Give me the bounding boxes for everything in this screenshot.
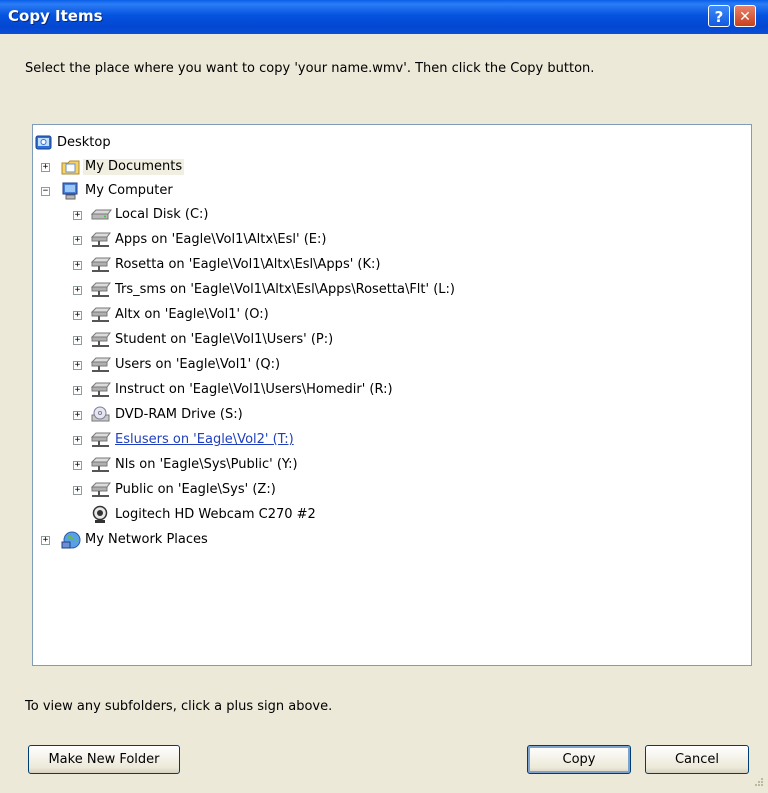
expand-icon[interactable]: + (73, 286, 82, 295)
copy-button[interactable]: Copy (527, 745, 631, 774)
network-drive-icon (90, 482, 111, 497)
make-new-folder-button[interactable]: Make New Folder (28, 745, 180, 774)
expand-icon[interactable]: + (41, 536, 50, 545)
network-drive-icon (90, 232, 111, 247)
expand-icon[interactable]: + (73, 386, 82, 395)
tree-item-label: My Documents (83, 159, 185, 175)
expand-icon[interactable]: + (41, 163, 50, 172)
tree-item-label: Users on 'Eagle\Vol1' (Q:) (115, 357, 281, 372)
my-documents-icon (61, 160, 80, 175)
expand-icon[interactable]: + (73, 311, 82, 320)
tree-item-label: Nls on 'Eagle\Sys\Public' (Y:) (115, 457, 298, 472)
expand-icon[interactable]: + (73, 486, 82, 495)
expand-icon[interactable]: + (73, 261, 82, 270)
tree-item-label: Logitech HD Webcam C270 #2 (115, 507, 316, 522)
tree-item-label: My Network Places (85, 532, 208, 547)
desktop-icon (35, 135, 52, 150)
expand-icon[interactable]: + (73, 461, 82, 470)
tree-item-label: My Computer (85, 183, 173, 198)
my-computer-icon (62, 182, 78, 200)
help-button[interactable]: ? (708, 5, 730, 27)
tree-item-label: Public on 'Eagle\Sys' (Z:) (115, 482, 276, 497)
tree-item-label: Eslusers on 'Eagle\Vol2' (T:) (115, 432, 294, 447)
window-title: Copy Items (8, 7, 103, 25)
local-disk-icon (90, 209, 112, 220)
expand-icon[interactable]: + (73, 211, 82, 220)
tree-item-label: Altx on 'Eagle\Vol1' (O:) (115, 307, 269, 322)
dvd-drive-icon (91, 406, 110, 422)
hint-text: To view any subfolders, click a plus sig… (25, 699, 333, 714)
webcam-icon (92, 505, 108, 523)
network-drive-icon (90, 357, 111, 372)
close-button[interactable]: ✕ (734, 5, 756, 27)
instruction-text: Select the place where you want to copy … (25, 61, 595, 76)
expand-icon[interactable]: + (73, 361, 82, 370)
network-drive-icon (90, 382, 111, 397)
tree-item-label: Desktop (57, 135, 111, 150)
expand-icon[interactable]: + (73, 336, 82, 345)
title-bar[interactable]: Copy Items ? ✕ (0, 0, 768, 34)
network-drive-icon (90, 257, 111, 272)
tree-item-label: Local Disk (C:) (115, 207, 209, 222)
tree-item-label: Trs_sms on 'Eagle\Vol1\Altx\Esl\Apps\Ros… (115, 282, 455, 297)
cancel-button[interactable]: Cancel (645, 745, 749, 774)
tree-item-label: Instruct on 'Eagle\Vol1\Users\Homedir' (… (115, 382, 393, 397)
tree-item-label: Rosetta on 'Eagle\Vol1\Altx\Esl\Apps' (K… (115, 257, 381, 272)
network-drive-icon (90, 432, 111, 447)
network-places-icon (61, 531, 81, 549)
network-drive-icon (90, 307, 111, 322)
network-drive-icon (90, 332, 111, 347)
network-drive-icon (90, 282, 111, 297)
expand-icon[interactable]: + (73, 436, 82, 445)
tree-item-label: Student on 'Eagle\Vol1\Users' (P:) (115, 332, 334, 347)
expand-icon[interactable]: + (73, 236, 82, 245)
resize-grip-icon[interactable] (754, 777, 764, 787)
copy-items-dialog: Copy Items ? ✕ Select the place where yo… (0, 0, 768, 793)
tree-item-label: DVD-RAM Drive (S:) (115, 407, 243, 422)
tree-item-label: Apps on 'Eagle\Vol1\Altx\Esl' (E:) (115, 232, 327, 247)
collapse-icon[interactable]: − (41, 187, 50, 196)
network-drive-icon (90, 457, 111, 472)
folder-tree[interactable]: Desktop + My Documents − My Computer + L… (32, 124, 752, 666)
expand-icon[interactable]: + (73, 411, 82, 420)
